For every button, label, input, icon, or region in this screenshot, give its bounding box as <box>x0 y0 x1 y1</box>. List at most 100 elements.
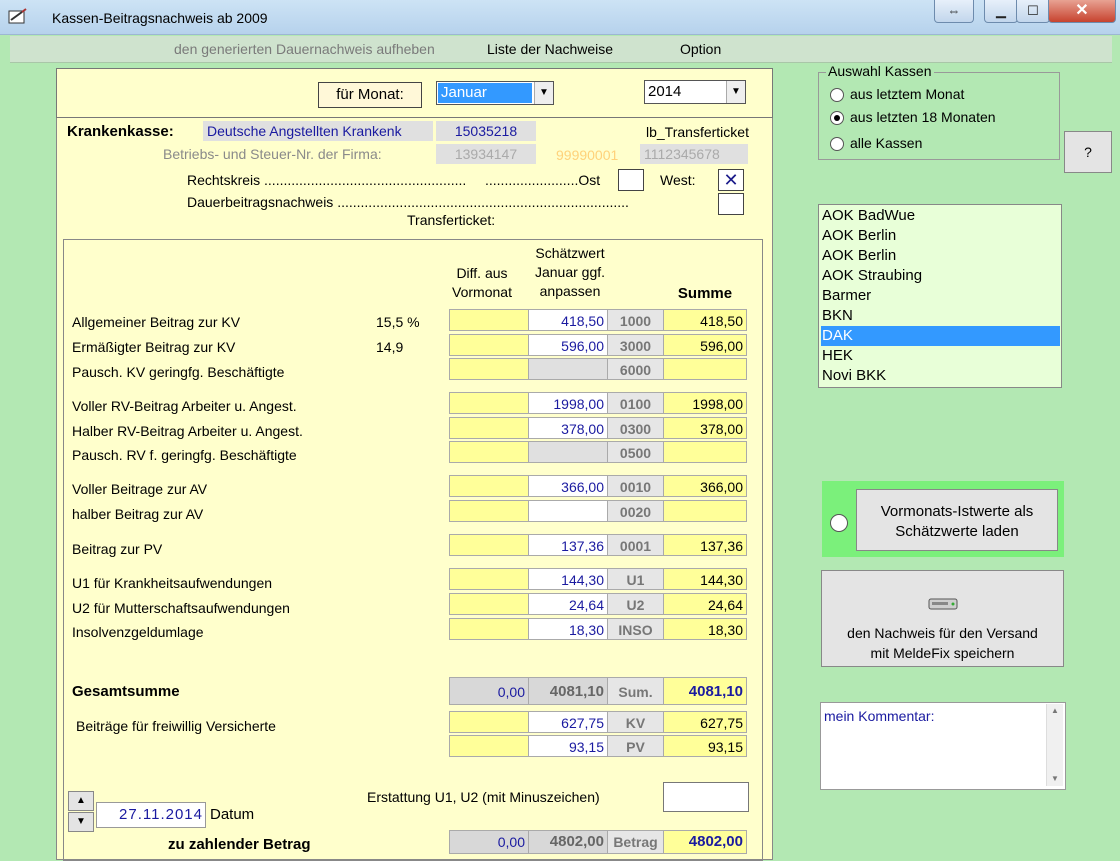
west-checkbox[interactable]: ✕ <box>718 169 744 191</box>
scroll-down-icon[interactable]: ▼ <box>1047 774 1063 783</box>
row-estimate[interactable] <box>528 358 608 380</box>
krankenkasse-label: Krankenkasse: <box>67 123 174 140</box>
date-down-button[interactable]: ▼ <box>68 812 94 832</box>
chevron-down-icon[interactable]: ▼ <box>726 81 745 103</box>
row-code: INSO <box>607 618 664 640</box>
row-diff[interactable] <box>449 334 529 356</box>
radio-letzter-monat-label[interactable]: aus letztem Monat <box>850 86 964 102</box>
ost-checkbox[interactable] <box>618 169 644 191</box>
row-sum: 596,00 <box>663 334 747 356</box>
row-estimate[interactable]: 1998,00 <box>528 392 608 414</box>
row-estimate[interactable] <box>528 500 608 522</box>
row-estimate[interactable]: 378,00 <box>528 417 608 439</box>
krankenkasse-number: 15035218 <box>436 121 536 141</box>
comment-textarea[interactable]: mein Kommentar: <box>820 702 1066 790</box>
erstattung-input[interactable] <box>663 782 749 812</box>
row-diff[interactable] <box>449 534 529 556</box>
chevron-down-icon[interactable]: ▼ <box>534 82 553 104</box>
transfer-ticket-label: lb_Transferticket <box>646 124 749 140</box>
firm-number-3: 1112345678 <box>640 144 748 164</box>
date-input[interactable]: 27.11.2014 <box>96 802 206 828</box>
row-sum: 24,64 <box>663 593 747 615</box>
row-diff[interactable] <box>449 475 529 497</box>
scroll-up-icon[interactable]: ▲ <box>1047 706 1063 715</box>
drive-icon <box>928 598 958 610</box>
radio-letzte-18-monate-label[interactable]: aus letzten 18 Monaten <box>850 109 996 125</box>
row-sum: 418,50 <box>663 309 747 331</box>
west-label: West: <box>660 172 696 188</box>
row-label: U1 für Krankheitsaufwendungen <box>72 575 273 591</box>
zahlbetrag-sum: 4802,00 <box>663 830 747 854</box>
row-sum: 378,00 <box>663 417 747 439</box>
row-label: Pausch. RV f. geringfg. Beschäftigte <box>72 447 297 463</box>
row-estimate[interactable]: 418,50 <box>528 309 608 331</box>
load-indicator-radio[interactable] <box>830 514 848 532</box>
list-item[interactable]: AOK BadWue <box>821 206 1060 226</box>
list-item[interactable]: AOK Berlin <box>821 246 1060 266</box>
freiwillig-pv-estimate[interactable]: 93,15 <box>528 735 608 757</box>
gesamtsumme-code: Sum. <box>607 677 664 705</box>
row-diff[interactable] <box>449 500 529 522</box>
minimize-button[interactable]: ▁ <box>984 0 1018 23</box>
list-item[interactable]: DAK <box>821 326 1060 346</box>
row-estimate[interactable]: 144,30 <box>528 568 608 590</box>
freiwillig-pv-diff[interactable] <box>449 735 529 757</box>
menu-item-dauernachweis-aufheben[interactable]: den generierten Dauernachweis aufheben <box>174 41 435 57</box>
load-estimates-button[interactable]: Vormonats-Istwerte als Schätzwerte laden <box>856 489 1058 551</box>
row-estimate[interactable] <box>528 441 608 463</box>
kassen-list[interactable]: AOK BadWue AOK Berlin AOK Berlin AOK Straub… <box>818 204 1062 388</box>
row-estimate[interactable]: 137,36 <box>528 534 608 556</box>
row-diff[interactable] <box>449 309 529 331</box>
month-select[interactable]: Januar ▼ <box>436 81 554 105</box>
year-select[interactable]: 2014 ▼ <box>644 80 746 104</box>
radio-letzte-18-monate[interactable] <box>830 111 844 125</box>
zahlbetrag-estimate: 4802,00 <box>528 830 608 854</box>
row-label: Voller Beitrage zur AV <box>72 481 208 497</box>
list-item[interactable]: Novi BKK <box>821 366 1060 386</box>
row-label: Voller RV-Beitrag Arbeiter u. Angest. <box>72 398 297 414</box>
row-sum: 1998,00 <box>663 392 747 414</box>
date-up-button[interactable]: ▲ <box>68 791 94 811</box>
row-diff[interactable] <box>449 417 529 439</box>
ost-label: ........................Ost <box>485 172 601 188</box>
maximize-button[interactable]: ☐ <box>1016 0 1050 23</box>
row-diff[interactable] <box>449 593 529 615</box>
month-value: Januar <box>438 83 532 103</box>
row-label: U2 für Mutterschaftsaufwendungen <box>72 600 290 616</box>
radio-letzter-monat[interactable] <box>830 88 844 102</box>
row-estimate[interactable]: 18,30 <box>528 618 608 640</box>
swap-window-button[interactable]: ⇔ <box>934 0 974 23</box>
row-diff[interactable] <box>449 358 529 380</box>
radio-alle-kassen[interactable] <box>830 137 844 151</box>
list-item[interactable]: AOK Straubing <box>821 266 1060 286</box>
menu-item-option[interactable]: Option <box>680 41 721 57</box>
row-estimate[interactable]: 596,00 <box>528 334 608 356</box>
row-estimate[interactable]: 24,64 <box>528 593 608 615</box>
list-item[interactable]: HEK <box>821 346 1060 366</box>
close-button[interactable]: ✕ <box>1048 0 1116 23</box>
gesamtsumme-diff: 0,00 <box>449 677 529 705</box>
list-item[interactable]: BKN <box>821 306 1060 326</box>
row-diff[interactable] <box>449 568 529 590</box>
row-diff[interactable] <box>449 618 529 640</box>
row-estimate[interactable]: 366,00 <box>528 475 608 497</box>
gesamtsumme-sum: 4081,10 <box>663 677 747 705</box>
freiwillig-kv-estimate[interactable]: 627,75 <box>528 711 608 733</box>
dauerbeitrag-checkbox[interactable] <box>718 193 744 215</box>
row-label: Insolvenzgeldumlage <box>72 624 204 640</box>
list-item[interactable]: Barmer <box>821 286 1060 306</box>
row-diff[interactable] <box>449 441 529 463</box>
comment-scrollbar[interactable]: ▲ ▼ <box>1046 704 1063 786</box>
save-meldefix-button[interactable]: den Nachweis für den Versand mit MeldeFi… <box>821 570 1064 667</box>
freiwillig-kv-diff[interactable] <box>449 711 529 733</box>
help-button[interactable]: ? <box>1064 131 1112 173</box>
row-diff[interactable] <box>449 392 529 414</box>
menu-item-liste-nachweise[interactable]: Liste der Nachweise <box>487 41 613 57</box>
load-estimates-label: Vormonats-Istwerte als Schätzwerte laden <box>880 503 1034 540</box>
radio-alle-kassen-label[interactable]: alle Kassen <box>850 135 922 151</box>
save-meldefix-label: den Nachweis für den Versand mit MeldeFi… <box>847 625 1038 661</box>
list-item[interactable]: AOK Berlin <box>821 226 1060 246</box>
row-code: 0010 <box>607 475 664 497</box>
date-label: Datum <box>210 806 255 823</box>
row-sum <box>663 358 747 380</box>
